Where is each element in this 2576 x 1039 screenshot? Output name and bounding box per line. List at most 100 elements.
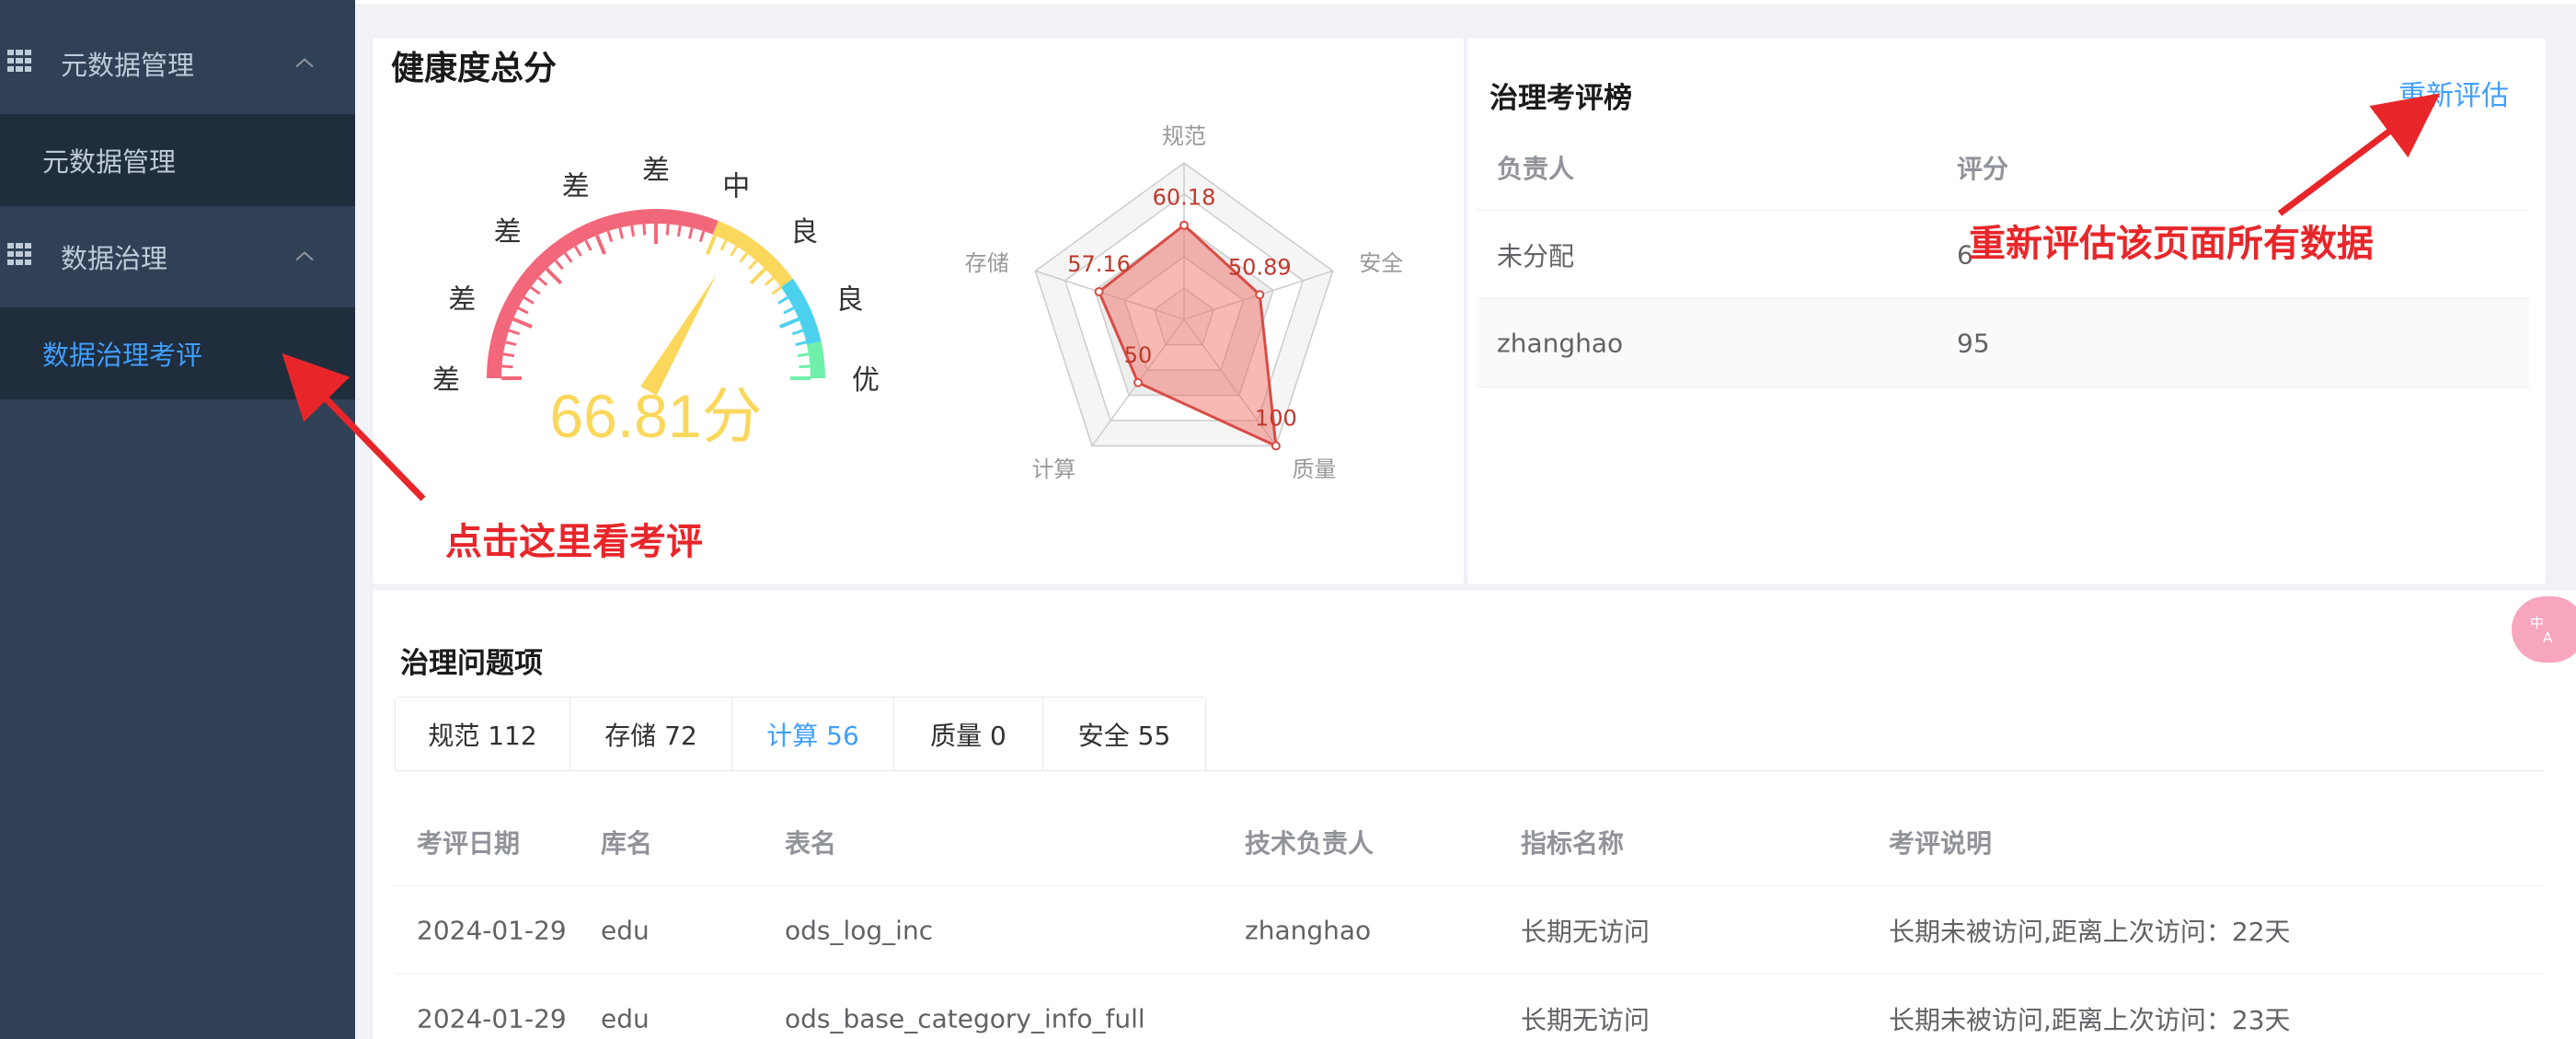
radar-point [1255,290,1265,300]
radar-axis-label: 计算 [1031,456,1075,482]
gauge-tick [508,329,521,336]
gauge-tick [791,329,804,336]
tab-security[interactable]: 安全 55 [1043,698,1205,771]
gauge-label: 中 [722,170,750,202]
sidebar-item-label: 数据治理考评 [42,340,203,371]
gauge-label: 优 [852,364,880,397]
radar-axis-label: 质量 [1293,456,1337,482]
gauge-tick [799,364,811,369]
svg-text:中: 中 [2530,615,2544,631]
menu-group-metadata[interactable]: 元数据管理 [0,13,355,114]
gauge-segment [806,341,825,379]
top-bar [355,0,2576,6]
grid-icon [7,50,31,75]
gauge-tick [564,252,573,263]
tabs-divider [395,770,2544,771]
menu-group-label: 数据治理 [61,243,168,274]
grid-icon [7,243,31,269]
gauge-label: 差 [562,170,590,202]
annotation-reevaluate-all: 重新评估该页面所有数据 [1969,223,2374,265]
gauge-ticks [501,224,811,380]
tab-storage[interactable]: 存储 72 [570,698,732,771]
gauge-tick [512,317,533,329]
owner-cell: zhanghao [1497,328,1624,358]
gauge-tick [594,235,606,255]
gauge-tick [606,230,614,243]
owner-cell: 未分配 [1497,240,1575,271]
svg-text:A: A [2543,629,2553,646]
owner-cell: zhanghao [1245,915,1372,945]
metric-cell: 长期无访问 [1521,1004,1650,1035]
health-score-card: 健康度总分 差差差差差中良良优 66.81分 规范 安全 质量 计算 存储 60.18 5… [372,37,1465,585]
date-cell: 2024-01-29 [417,915,567,945]
column-header-metric: 指标名称 [1521,827,1625,859]
translate-float-button[interactable]: 中 A [2512,596,2576,663]
tab-compute[interactable]: 计算 56 [732,698,894,771]
gauge-tick [730,245,739,257]
gauge-tick [797,352,810,358]
gauge-tick [676,225,682,237]
gauge-label: 良 [836,284,864,317]
table-row[interactable]: 2024-01-29 edu ods_base_category_info_fu… [395,975,2544,1039]
gauge-tick [665,224,670,236]
sidebar-item-governance-evaluation[interactable]: 数据治理考评 [0,307,355,399]
column-header-score: 评分 [1957,153,2009,184]
gauge-pointer [640,274,717,396]
radar-value-label: 57.16 [1067,251,1131,277]
gauge-tick [630,225,636,237]
column-header-owner: 负责人 [1497,153,1575,184]
column-header-owner: 技术负责人 [1245,827,1374,859]
gauge-tick [501,364,513,369]
gauge-tick [748,260,758,271]
radar-axis-label: 规范 [1162,123,1206,149]
gauge-tick [502,352,515,358]
radar-value-label: 50 [1124,342,1153,368]
gauge-tick [771,286,782,295]
column-header-table: 表名 [785,827,837,859]
column-header-database: 库名 [601,827,653,859]
gauge-tick [706,235,718,255]
column-header-date: 考评日期 [417,827,521,859]
description-cell: 长期未被访问,距离上次访问：23天 [1889,1004,2291,1035]
gauge-tick [642,224,647,236]
gauge-tick [777,295,789,305]
gauge-segment [780,278,822,345]
metric-cell: 长期无访问 [1521,916,1650,947]
description-cell: 长期未被访问,距离上次访问：22天 [1889,916,2291,947]
health-gauge: 差差差差差中良良优 66.81分 [432,155,880,450]
radar-value-label: 50.89 [1228,254,1292,280]
radar-point [1133,377,1144,387]
score-cell: 95 [1957,328,1990,358]
annotation-click-here: 点击这里看考评 [445,521,703,563]
gauge-tick [764,276,775,286]
issues-table: 考评日期 库名 表名 技术负责人 指标名称 考评说明 2024-01-29 ed… [395,798,2544,1039]
tab-quality[interactable]: 质量 0 [894,698,1043,771]
issues-title: 治理问题项 [400,647,543,680]
table-row[interactable]: zhanghao 95 [1477,299,2529,387]
radar-point [1179,220,1189,230]
menu-group-governance[interactable]: 数据治理 [0,206,355,307]
radar-value-label: 100 [1255,406,1297,432]
menu-group-label: 元数据管理 [61,50,195,81]
gauge-tick [554,260,564,271]
gauge-label: 良 [790,216,818,248]
reevaluate-button[interactable]: 重新评估 [2398,73,2509,113]
database-cell: edu [601,915,650,945]
gauge-tick [749,267,767,285]
gauge-tick [517,306,529,315]
gauge-tick [573,245,582,257]
gauge-tick [698,230,706,243]
radar-point [1271,441,1281,451]
gauge-tick [530,286,541,295]
sidebar: 元数据管理 元数据管理 数据治理 数据治理考评 [0,0,355,1039]
gauge-label: 差 [494,216,522,248]
tab-standard[interactable]: 规范 112 [396,698,570,771]
issues-card: 治理问题项 规范 112 存储 72 计算 56 质量 0 安全 55 考评日期… [372,589,2576,1039]
sidebar-item-metadata[interactable]: 元数据管理 [0,114,355,206]
gauge-segment [712,220,793,288]
ranking-card: 治理考评榜 重新评估 负责人 评分 未分配 6 zhanghao 95 [1466,37,2547,585]
table-name-cell: ods_log_inc [785,915,934,945]
table-row[interactable]: 2024-01-29 edu ods_log_inc zhanghao 长期无访… [395,886,2544,975]
gauge-tick [795,341,807,347]
gauge-tick [584,239,592,251]
